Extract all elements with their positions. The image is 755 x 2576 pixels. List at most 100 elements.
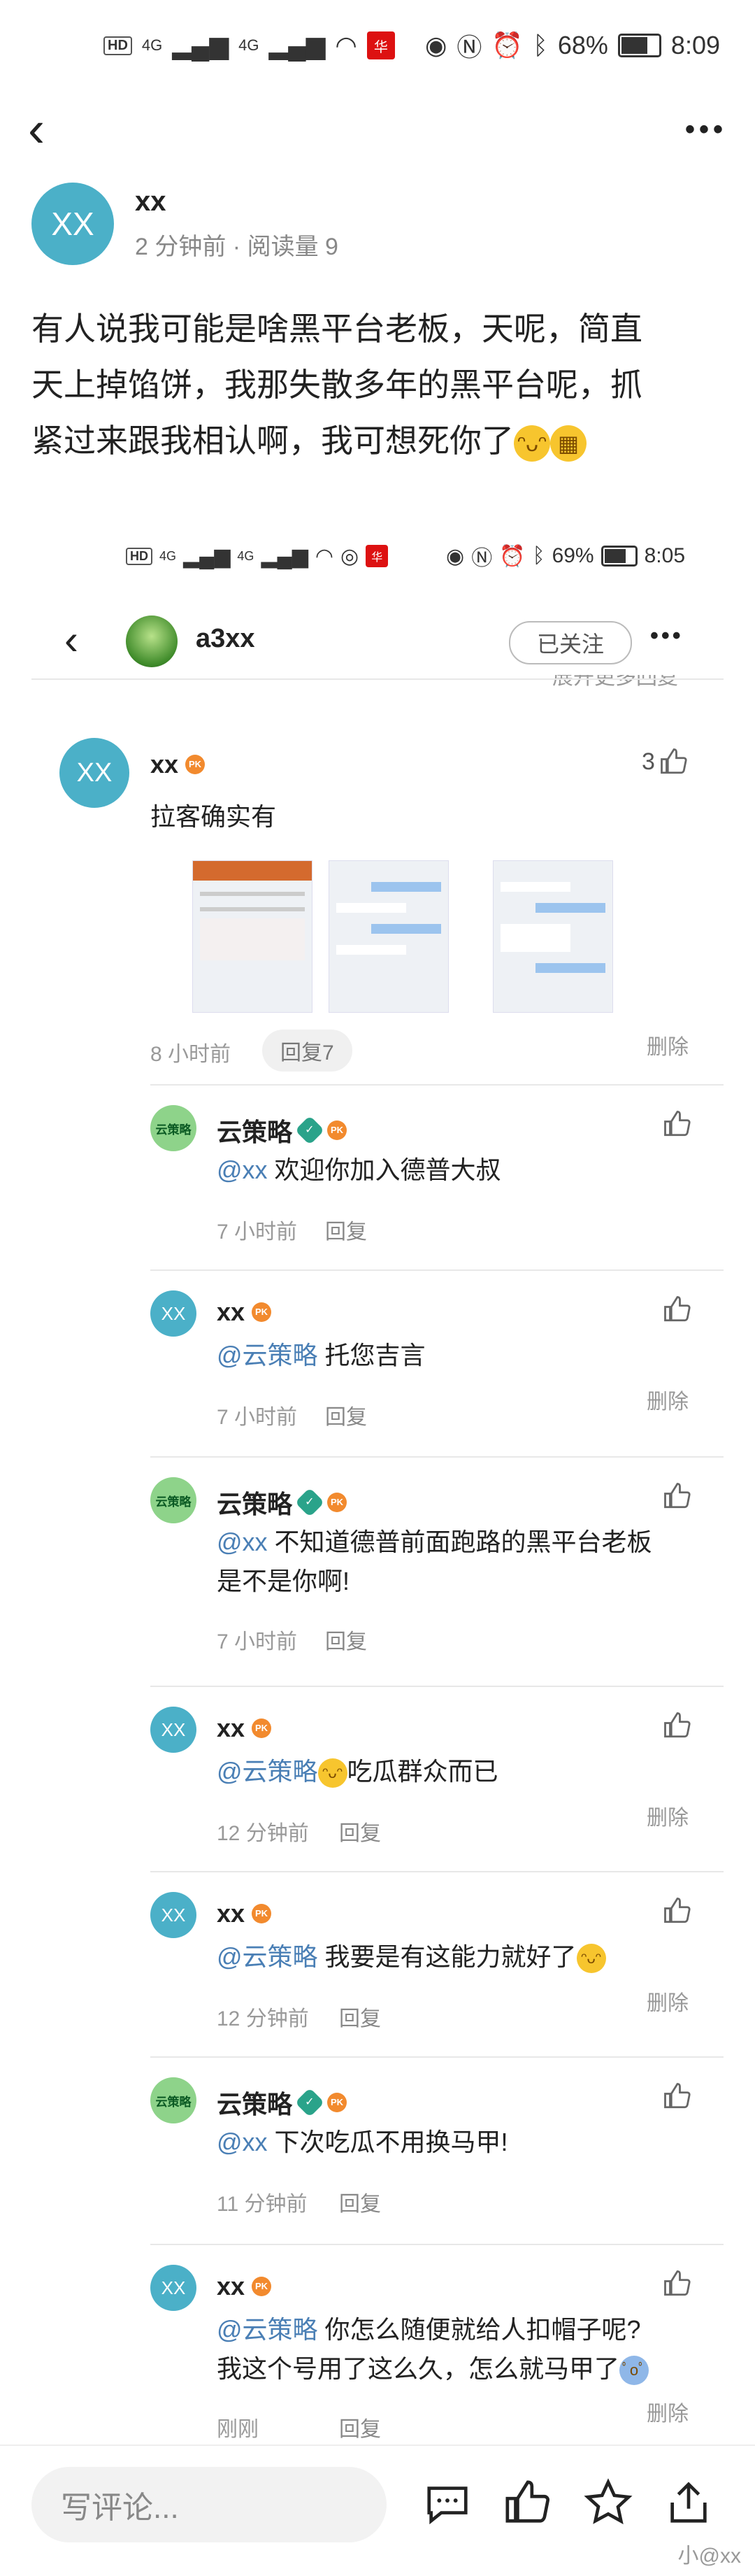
more-dots-icon[interactable]: •••	[650, 622, 684, 650]
comment-avatar[interactable]: XX	[59, 738, 129, 808]
like-button[interactable]	[663, 1109, 692, 1145]
back-chevron-icon[interactable]: ‹	[28, 104, 45, 155]
alarm-icon: ⏰	[499, 544, 526, 568]
more-dots-icon[interactable]: •••	[685, 114, 727, 145]
signal-label-2: 4G	[237, 548, 254, 563]
mention-link[interactable]: @xx	[217, 1155, 268, 1184]
laughing-emoji-icon: ᵔᴗᵔ	[576, 1944, 606, 1974]
mention-link[interactable]: @xx	[217, 1528, 268, 1556]
mention-link[interactable]: @云策略	[217, 2315, 318, 2344]
post-line: 有人说我可能是啥黑平台老板，天呢，简直	[31, 311, 642, 347]
view-replies-button[interactable]: 回复7	[262, 1030, 352, 1072]
reply-button[interactable]: 回复	[325, 1214, 367, 1245]
reply-author[interactable]: xx PK	[217, 1297, 272, 1327]
reply-author[interactable]: xx PK	[217, 2272, 272, 2301]
signal-icon: ▂▄▆	[268, 31, 326, 59]
like-button[interactable]: 3	[642, 747, 689, 776]
reply-avatar[interactable]: 云策略	[150, 1105, 196, 1151]
username[interactable]: a3xx	[196, 624, 255, 654]
bluetooth-icon: ᛒ	[533, 31, 548, 59]
wifi-icon: ◠	[335, 31, 357, 59]
like-button[interactable]	[663, 1711, 692, 1746]
fire-badge-icon: PK	[252, 1302, 272, 1322]
divider	[150, 1686, 724, 1687]
embedded-screenshot: HD 4G ▂▄▆ 4G ▂▄▆ ◠ ◎ 华 ◉ Ⓝ ⏰ ᛒ 69% 8:05 …	[0, 532, 755, 2441]
mention-link[interactable]: @xx	[217, 2128, 268, 2156]
delete-button[interactable]: 删除	[647, 1030, 689, 1060]
reply-button[interactable]: 回复	[339, 1816, 381, 1846]
mention-link[interactable]: @云策略	[217, 1341, 318, 1369]
comment-image[interactable]	[192, 860, 312, 1013]
reply-author[interactable]: xx PK	[217, 1899, 272, 1928]
fearful-emoji-icon: ﾟoﾟ	[619, 2356, 649, 2386]
post-line: 紧过来跟我相认啊，我可想死你了 ᵔᴗᵔ ▦	[31, 413, 724, 469]
reply-avatar[interactable]: XX	[150, 1707, 196, 1753]
delete-button[interactable]: 删除	[647, 2396, 689, 2427]
delete-button[interactable]: 删除	[647, 1800, 689, 1831]
user-avatar[interactable]	[126, 615, 178, 667]
reply-button[interactable]: 回复	[339, 2186, 381, 2217]
signal-icon: ▂▄▆	[261, 544, 308, 568]
bottom-bar: 写评论... 小@xx	[0, 2445, 755, 2576]
reply-time: 7 小时前	[217, 1630, 298, 1653]
thumbs-up-icon[interactable]	[503, 2478, 552, 2527]
signal-icon: ▂▄▆	[172, 31, 229, 59]
reply-author[interactable]: 云策略 ✓ PK	[217, 1112, 347, 1148]
fire-badge-icon: PK	[327, 1120, 347, 1140]
divider	[150, 1084, 724, 1086]
fire-badge-icon: PK	[252, 2277, 272, 2296]
mention-link[interactable]: @云策略	[217, 1942, 318, 1971]
back-chevron-icon[interactable]: ‹	[64, 615, 78, 664]
clock: 8:05	[644, 544, 685, 567]
reply-author[interactable]: 云策略 ✓ PK	[217, 1484, 347, 1521]
reply-button[interactable]: 回复	[325, 1624, 367, 1655]
delete-button[interactable]: 删除	[647, 1986, 689, 2016]
reply-avatar[interactable]: XX	[150, 1892, 196, 1938]
reply-author[interactable]: xx PK	[217, 1714, 272, 1743]
reply-avatar[interactable]: 云策略	[150, 1477, 196, 1523]
reply-text: @云策略 你怎么随便就给人扣帽子呢? 我这个号用了这么久，怎么就马甲了 ﾟoﾟ	[217, 2310, 706, 2389]
thumbs-up-icon	[664, 1296, 691, 1322]
verified-shield-icon: ✓	[294, 2087, 325, 2118]
divider	[150, 2056, 724, 2058]
reply-button[interactable]: 回复	[339, 2412, 381, 2442]
comment-image[interactable]	[329, 860, 449, 1013]
reply-text: @云策略 我要是有这能力就好了 ᵔᴗᵔ	[217, 1937, 706, 1977]
like-button[interactable]	[663, 1295, 692, 1330]
share-icon[interactable]	[664, 2478, 713, 2527]
like-button[interactable]	[663, 2082, 692, 2117]
comment-input[interactable]: 写评论...	[31, 2467, 387, 2542]
comment-icon[interactable]	[423, 2478, 472, 2527]
author-name[interactable]: xx	[135, 186, 338, 218]
reply-avatar[interactable]: XX	[150, 2265, 196, 2311]
laughing-emoji-icon: ᵔᴗᵔ	[514, 425, 550, 462]
reply-text: @云策略 托您吉言	[217, 1341, 426, 1369]
watermark: 小@xx	[677, 2545, 741, 2568]
comment-author[interactable]: xx PK	[150, 750, 206, 779]
alarm-icon: ⏰	[491, 31, 524, 59]
delete-button[interactable]: 删除	[647, 1384, 689, 1415]
laughing-emoji-icon: ᵔᴗᵔ	[317, 1758, 347, 1788]
verified-shield-icon: ✓	[294, 1487, 325, 1518]
reply-text: @xx 下次吃瓜不用换马甲!	[217, 2128, 508, 2156]
reply-text: @xx 不知道德普前面跑路的黑平台老板 是不是你啊!	[217, 1528, 652, 1595]
reply-text: @云策略 ᵔᴗᵔ 吃瓜群众而已	[217, 1752, 706, 1791]
star-icon[interactable]	[584, 2478, 633, 2527]
fire-badge-icon: PK	[252, 1904, 272, 1923]
reply-button[interactable]: 回复	[339, 2001, 381, 2032]
like-button[interactable]	[663, 1896, 692, 1932]
author-avatar[interactable]: XX	[31, 183, 114, 265]
mention-link[interactable]: @云策略	[217, 1757, 318, 1786]
reply-text: @xx 欢迎你加入德普大叔	[217, 1155, 501, 1184]
followed-button[interactable]: 已关注	[509, 621, 632, 664]
reply-author[interactable]: 云策略 ✓ PK	[217, 2084, 347, 2121]
fire-badge-icon: PK	[252, 1718, 272, 1738]
reply-avatar[interactable]: 云策略	[150, 2077, 196, 2123]
reply-button[interactable]: 回复	[325, 1400, 367, 1430]
like-button[interactable]	[663, 1481, 692, 1517]
battery-percent: 69%	[552, 544, 594, 567]
like-button[interactable]	[663, 2269, 692, 2305]
reply-time: 11 分钟前	[217, 2193, 308, 2216]
comment-image[interactable]	[493, 860, 613, 1013]
reply-avatar[interactable]: XX	[150, 1290, 196, 1337]
